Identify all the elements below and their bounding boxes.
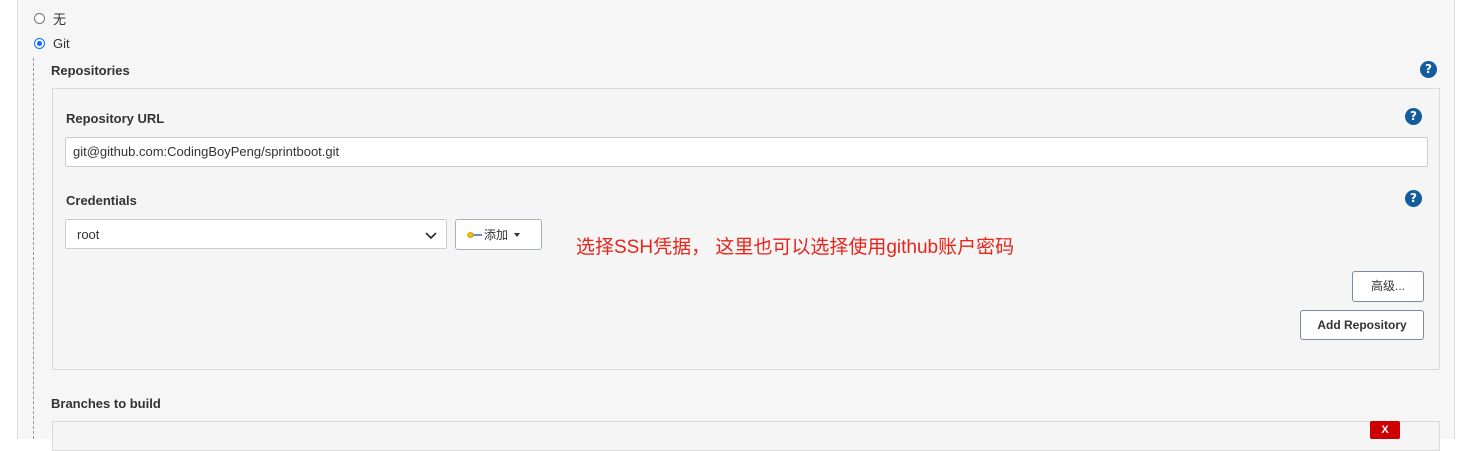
repository-url-label: Repository URL bbox=[66, 111, 165, 126]
branch-box bbox=[52, 421, 1440, 451]
repositories-title: Repositories bbox=[51, 63, 130, 78]
repository-url-help-icon[interactable]: ? bbox=[1405, 108, 1422, 125]
scm-option-git-label: Git bbox=[53, 36, 70, 51]
section-divider bbox=[33, 58, 34, 439]
radio-git[interactable] bbox=[34, 38, 45, 49]
add-credentials-button[interactable]: 添加 bbox=[455, 219, 542, 250]
caret-down-icon bbox=[514, 232, 521, 237]
scm-option-git[interactable]: Git bbox=[34, 36, 70, 51]
annotation-note: 选择SSH凭据， 这里也可以选择使用github账户密码 bbox=[576, 237, 1015, 258]
credentials-label: Credentials bbox=[66, 193, 137, 208]
delete-branch-button[interactable]: X bbox=[1370, 421, 1400, 439]
scm-option-none[interactable]: 无 bbox=[34, 9, 66, 28]
scm-option-none-label: 无 bbox=[53, 12, 67, 27]
repository-url-input[interactable]: git@github.com:CodingBoyPeng/sprintboot.… bbox=[65, 137, 1428, 167]
credentials-select[interactable]: root bbox=[65, 219, 447, 249]
add-credentials-label: 添加 bbox=[484, 228, 509, 242]
credentials-selected-value: root bbox=[77, 227, 100, 242]
repositories-help-icon[interactable]: ? bbox=[1420, 61, 1437, 78]
radio-none[interactable] bbox=[34, 13, 45, 24]
advanced-button[interactable]: 高级... bbox=[1352, 271, 1424, 302]
add-repository-button[interactable]: Add Repository bbox=[1300, 310, 1424, 340]
key-icon bbox=[467, 231, 482, 238]
credentials-help-icon[interactable]: ? bbox=[1405, 190, 1422, 207]
chevron-down-icon bbox=[425, 232, 437, 240]
branches-title: Branches to build bbox=[51, 396, 161, 411]
